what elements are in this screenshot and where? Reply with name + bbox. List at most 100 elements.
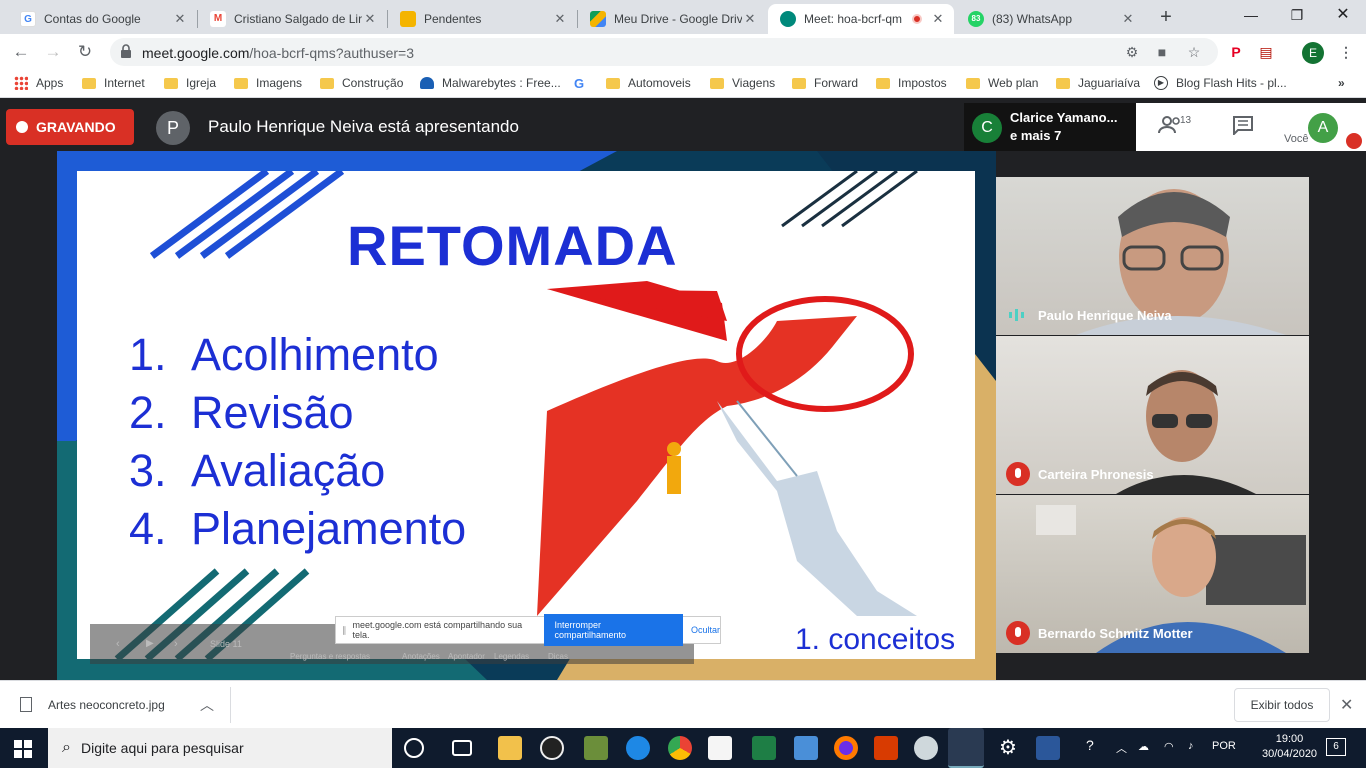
tab-whatsapp[interactable]: 83 (83) WhatsApp ✕ (956, 4, 1144, 34)
next-slide-icon[interactable]: › (174, 638, 178, 650)
excel-icon[interactable] (752, 736, 776, 760)
play-slide-icon[interactable]: ▶ (146, 638, 154, 649)
webcam-app-icon[interactable] (540, 736, 564, 760)
maximize-button[interactable]: ❐ (1274, 0, 1320, 30)
ppt-label[interactable]: Apontador (448, 652, 485, 661)
task-view-icon[interactable] (452, 740, 472, 756)
show-all-button[interactable]: Exibir todos (1234, 688, 1330, 722)
windows-start-icon[interactable] (14, 740, 32, 758)
close-tab-icon[interactable]: ✕ (552, 11, 568, 27)
participant-more: e mais 7 (1010, 128, 1062, 143)
tab-gmail[interactable]: M Cristiano Salgado de Lir ✕ (198, 4, 386, 34)
bookmark-blog[interactable]: ▶ Blog Flash Hits - pl... (1154, 76, 1287, 90)
meet-window: GRAVANDO P Paulo Henrique Neiva está apr… (0, 103, 1366, 680)
google-icon: G (20, 11, 36, 27)
minimize-button[interactable]: — (1228, 0, 1274, 30)
new-tab-button[interactable]: + (1154, 6, 1178, 30)
tab-title: (83) WhatsApp (992, 12, 1073, 26)
notifications-icon[interactable]: 6 (1326, 738, 1346, 756)
meet-icon (780, 11, 796, 27)
self-avatar[interactable]: A (1308, 113, 1338, 143)
bookmark-folder[interactable]: Web plan (966, 76, 1038, 90)
help-icon[interactable]: ? (1086, 737, 1094, 753)
settings-gear-icon[interactable]: ⚙ (996, 736, 1020, 760)
file-explorer-icon[interactable] (498, 736, 522, 760)
bookmark-folder[interactable]: Construção (320, 76, 403, 90)
ppt-label[interactable]: Anotações (402, 652, 440, 661)
participant-tile[interactable]: Bernardo Schmitz Motter (996, 495, 1309, 653)
minecraft-icon[interactable] (584, 736, 608, 760)
chrome-icon[interactable] (668, 736, 692, 760)
bookmark-folder[interactable]: Impostos (876, 76, 947, 90)
store-icon[interactable] (708, 736, 732, 760)
close-tab-icon[interactable]: ✕ (172, 11, 188, 27)
bookmark-star-icon[interactable]: ☆ (1184, 43, 1204, 61)
pdf-extension-icon[interactable]: ▤ (1256, 43, 1276, 61)
prev-slide-icon[interactable]: ‹ (116, 638, 120, 650)
folder-icon (966, 77, 980, 89)
bookmarks-overflow-icon[interactable]: » (1338, 76, 1345, 90)
close-tab-icon[interactable]: ✕ (362, 11, 378, 27)
folder-icon (1056, 77, 1070, 89)
tab-meet[interactable]: Meet: hoa-bcrf-qm ✕ (768, 4, 954, 34)
bookmark-folder[interactable]: Forward (792, 76, 858, 90)
tab-google-drive[interactable]: Meu Drive - Google Driv ✕ (578, 4, 766, 34)
tab-contas-google[interactable]: G Contas do Google ✕ (8, 4, 196, 34)
back-button[interactable]: ← (8, 40, 34, 64)
tab-title: Meet: hoa-bcrf-qm (804, 12, 903, 26)
site-permission-icon[interactable]: ⚙ (1122, 43, 1142, 61)
bookmark-folder[interactable]: Viagens (710, 76, 775, 90)
pinterest-extension-icon[interactable]: P (1226, 43, 1246, 61)
forward-button[interactable]: → (40, 40, 66, 64)
download-item[interactable]: Artes neoconcreto.jpg (20, 697, 165, 712)
drag-handle-icon[interactable]: ∥ (342, 625, 347, 636)
bookmark-folder[interactable]: Internet (82, 76, 145, 90)
wifi-icon[interactable]: ◠ (1164, 740, 1174, 753)
ppt-label[interactable]: Perguntas e respostas (290, 652, 370, 661)
paint-icon[interactable] (914, 736, 938, 760)
taskbar-search[interactable]: ⌕ Digite aqui para pesquisar (48, 728, 392, 768)
screen-share-notice: ∥ meet.google.com está compartilhando su… (335, 614, 721, 646)
tab-pendentes[interactable]: Pendentes ✕ (388, 4, 576, 34)
profile-avatar[interactable]: E (1302, 42, 1324, 64)
office-icon[interactable] (874, 736, 898, 760)
stop-sharing-button[interactable]: Interromper compartilhamento (544, 614, 683, 646)
bookmark-folder[interactable]: Igreja (164, 76, 216, 90)
clock[interactable]: 19:00 30/04/2020 (1262, 732, 1317, 762)
reload-button[interactable]: ↻ (72, 40, 98, 64)
hide-notice-button[interactable]: Ocultar (691, 625, 720, 635)
participant-tile[interactable]: Paulo Henrique Neiva (996, 177, 1309, 335)
chevron-up-icon[interactable]: ︿ (200, 695, 214, 715)
edge-icon[interactable] (626, 736, 650, 760)
bookmark-malwarebytes[interactable]: Malwarebytes : Free... (420, 76, 561, 90)
menu-icon[interactable]: ⋮ (1336, 43, 1356, 61)
word-icon[interactable] (1036, 736, 1060, 760)
tab-strip: G Contas do Google ✕ M Cristiano Salgado… (0, 0, 1366, 34)
close-tab-icon[interactable]: ✕ (930, 11, 946, 27)
ppt-label[interactable]: Dicas (548, 652, 568, 661)
bookmark-apps[interactable]: Apps (14, 76, 63, 90)
firefox-icon[interactable] (834, 736, 858, 760)
cortana-icon[interactable] (404, 738, 424, 758)
close-tab-icon[interactable]: ✕ (1120, 11, 1136, 27)
bookmark-google[interactable]: G (574, 76, 584, 91)
camera-icon[interactable]: ■ (1152, 43, 1172, 61)
volume-icon[interactable]: ♪ (1188, 740, 1194, 752)
participants-chip[interactable]: C Clarice Yamano... e mais 7 (964, 103, 1136, 151)
participant-tile[interactable]: Carteira Phronesis (996, 336, 1309, 494)
bookmark-folder[interactable]: Jaguariaíva (1056, 76, 1140, 90)
close-tab-icon[interactable]: ✕ (742, 11, 758, 27)
chevron-up-icon[interactable]: ︿ (1116, 740, 1127, 756)
mail-icon[interactable] (794, 736, 818, 760)
close-window-button[interactable]: ✕ (1320, 0, 1366, 30)
language-indicator[interactable]: POR (1212, 740, 1236, 752)
bookmark-folder[interactable]: Automoveis (606, 76, 691, 90)
chat-icon[interactable] (1232, 115, 1254, 140)
onedrive-icon[interactable]: ☁ (1138, 740, 1149, 753)
chrome-active-icon[interactable] (948, 728, 984, 768)
ppt-label[interactable]: Legendas (494, 652, 529, 661)
close-downloads-icon[interactable]: ✕ (1340, 695, 1353, 715)
browser-toolbar: ← → ↻ meet.google.com/hoa-bcrf-qms?authu… (0, 34, 1366, 70)
address-bar[interactable]: meet.google.com/hoa-bcrf-qms?authuser=3 … (110, 38, 1218, 66)
bookmark-folder[interactable]: Imagens (234, 76, 302, 90)
